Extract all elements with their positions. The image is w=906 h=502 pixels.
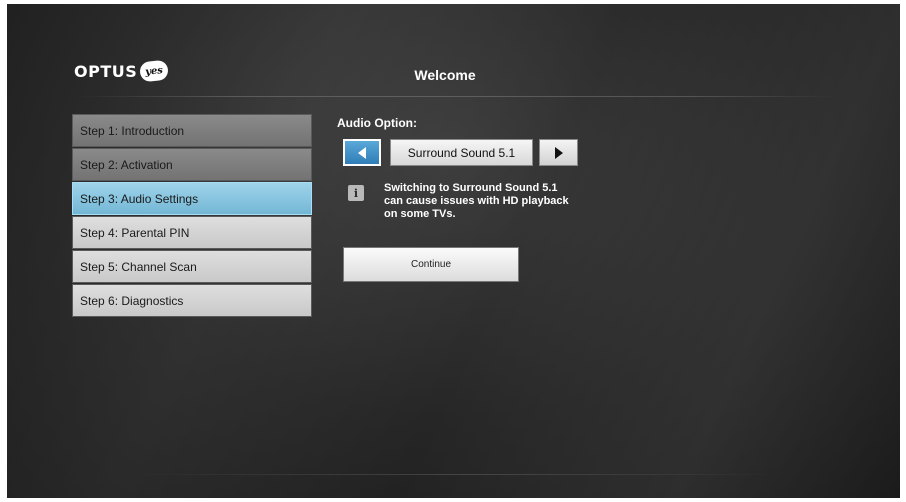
page-title: Welcome <box>414 67 476 83</box>
header-divider <box>77 96 837 97</box>
audio-next-button[interactable] <box>539 139 578 166</box>
step-activation[interactable]: Step 2: Activation <box>72 148 312 181</box>
logo-badge: yes <box>139 59 170 83</box>
step-introduction[interactable]: Step 1: Introduction <box>72 114 312 147</box>
step-channel-scan[interactable]: Step 5: Channel Scan <box>72 250 312 283</box>
info-icon: i <box>348 185 364 201</box>
arrow-left-icon <box>358 146 366 159</box>
step-parental-pin[interactable]: Step 4: Parental PIN <box>72 216 312 249</box>
audio-warning-line-2: can cause issues with HD playback <box>384 195 569 207</box>
audio-option-label: Audio Option: <box>337 116 417 130</box>
logo-text: OPTUS <box>74 61 138 81</box>
step-diagnostics[interactable]: Step 6: Diagnostics <box>72 284 312 317</box>
setup-steps-list: Step 1: Introduction Step 2: Activation … <box>72 114 312 318</box>
audio-warning-line-1: Switching to Surround Sound 5.1 <box>384 182 558 194</box>
audio-warning-text: Switching to Surround Sound 5.1 can caus… <box>384 182 614 221</box>
audio-prev-button[interactable] <box>343 139 381 166</box>
audio-option-value[interactable]: Surround Sound 5.1 <box>390 139 533 166</box>
arrow-right-icon <box>554 146 563 159</box>
step-audio-settings[interactable]: Step 3: Audio Settings <box>72 182 312 215</box>
footer-divider <box>127 474 787 475</box>
continue-button[interactable]: Continue <box>343 247 519 282</box>
optus-logo: OPTUS yes <box>74 59 170 83</box>
audio-warning-line-3: on some TVs. <box>384 208 456 220</box>
